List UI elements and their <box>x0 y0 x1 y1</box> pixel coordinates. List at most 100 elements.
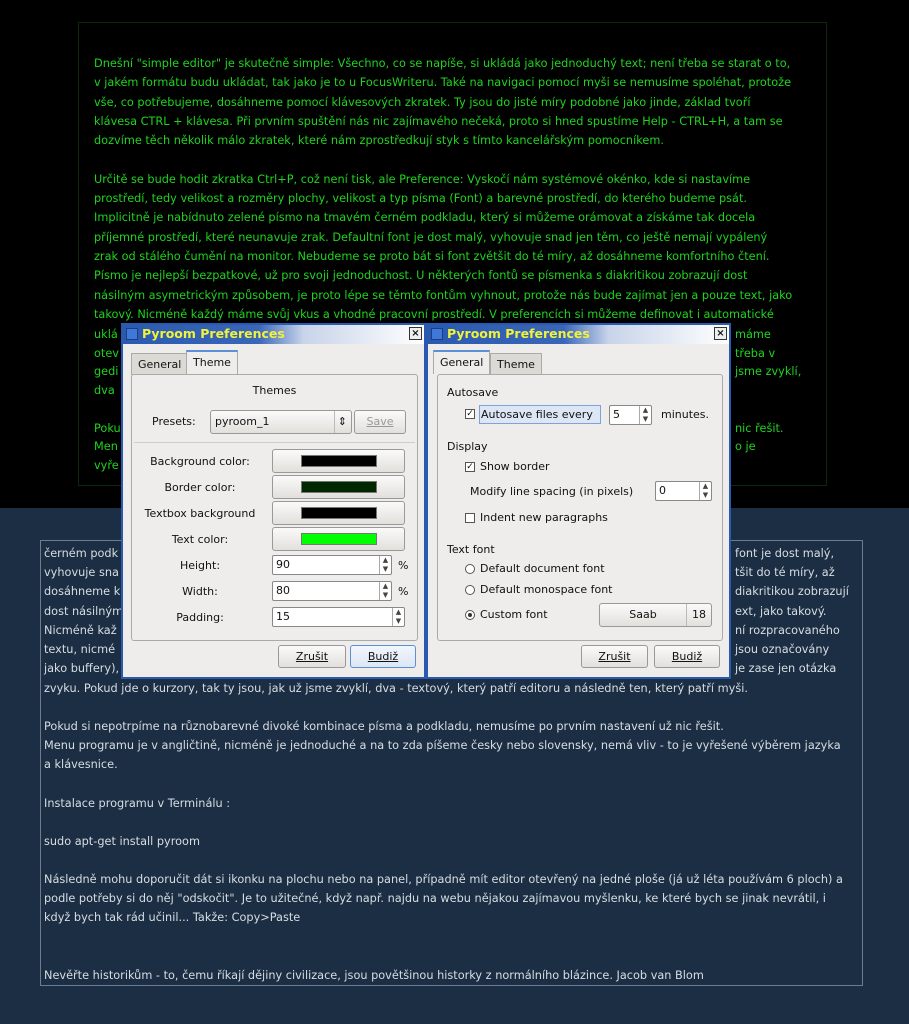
autosave-checkbox[interactable]: ✓ <box>465 409 475 419</box>
separator <box>134 442 415 443</box>
color-swatch <box>301 533 377 545</box>
color-label: Background color: <box>150 455 250 468</box>
editor-line: vše, co potřebujeme, dosáhneme pomocí kl… <box>94 95 751 109</box>
editor-line-fragment: diakritikou zobrazují <box>735 585 849 599</box>
editor-line: násilným asymetrickým způsobem, je proto… <box>94 288 793 302</box>
spinner-icon[interactable]: ▲ ▼ <box>699 482 711 500</box>
theme-panel: Themes Presets: pyroom_1 ⇕ Save Backgroun… <box>131 374 418 641</box>
spinner-icon[interactable]: ▲ ▼ <box>379 556 391 574</box>
autosave-interval-input[interactable]: 5 ▲ ▼ <box>609 405 652 425</box>
dialog-title: Pyroom Preferences <box>142 326 285 341</box>
autosave-label[interactable]: Autosave files every <box>479 405 601 424</box>
tab-general[interactable]: General <box>433 350 491 374</box>
close-icon[interactable]: × <box>714 327 727 340</box>
show-border-label[interactable]: Show border <box>480 460 550 473</box>
editor-line: Písmo je nejlepší bezpatkové, už pro svo… <box>94 269 748 283</box>
editor-line: zvyku. Pokud jde o kurzory, tak ty jsou,… <box>44 682 748 695</box>
editor-line-fragment: font je dost malý, <box>735 547 835 560</box>
color-picker-button[interactable] <box>272 501 405 525</box>
radio-default-monospace-font[interactable] <box>465 585 475 595</box>
editor-line-fragment: Poku <box>94 421 121 435</box>
spinner-icon[interactable]: ▲ ▼ <box>639 406 651 424</box>
width-input[interactable]: 80 ▲ ▼ <box>272 581 392 601</box>
show-border-checkbox[interactable]: ✓ <box>465 462 475 472</box>
color-label: Textbox background <box>144 507 256 520</box>
presets-combo[interactable]: pyroom_1 ⇕ <box>210 410 352 434</box>
percent-label: % <box>398 559 409 572</box>
editor-line-fragment: tšit do té míry, až <box>735 566 835 580</box>
custom-font-label[interactable]: Custom font <box>480 608 548 621</box>
autosave-heading: Autosave <box>447 386 499 399</box>
editor-line-fragment: vyhovuje sna <box>44 566 119 580</box>
editor-line-fragment: jako buffery), <box>44 662 120 676</box>
ok-button[interactable]: Budiž <box>654 645 720 668</box>
editor-line-fragment: jsme zvyklí, <box>735 365 802 379</box>
color-swatch <box>301 507 377 519</box>
editor-line: podle potřeby si do něj "odskočit". Je t… <box>44 892 826 906</box>
color-picker-button[interactable] <box>272 527 405 551</box>
editor-line-fragment: dost násilným <box>44 604 124 618</box>
indent-checkbox[interactable] <box>465 513 475 523</box>
tab-general[interactable]: General <box>131 353 189 375</box>
minutes-label: minutes. <box>661 408 710 421</box>
editor-line-fragment: ní rozpracovaného <box>735 623 840 637</box>
editor-line-fragment: gedi <box>94 365 119 379</box>
editor-line: klávesa CTRL + klávesa. Při prvním spušt… <box>94 114 783 128</box>
themes-heading: Themes <box>252 384 297 397</box>
padding-input[interactable]: 15 ▲ ▼ <box>272 607 405 627</box>
editor-line-fragment: ext, jako takový. <box>735 604 827 618</box>
text-font-heading: Text font <box>447 543 495 556</box>
indent-label[interactable]: Indent new paragraphs <box>480 511 608 524</box>
height-label: Height: <box>179 559 221 572</box>
padding-label: Padding: <box>176 611 224 624</box>
editor-line: zrak od stálého čumění na monitor. Nebud… <box>94 250 770 263</box>
editor-line-fragment: Nicméně kaž <box>44 623 117 637</box>
spinner-icon[interactable]: ▲ ▼ <box>392 608 404 626</box>
height-input[interactable]: 90 ▲ ▼ <box>272 555 392 575</box>
line-spacing-label: Modify line spacing (in pixels) <box>470 485 634 498</box>
tab-theme[interactable]: Theme <box>490 353 542 375</box>
general-panel: Autosave ✓ Autosave files every 5 ▲ ▼ minu… <box>437 374 723 641</box>
radio-custom-font[interactable] <box>465 610 475 620</box>
window-menu-icon[interactable] <box>431 328 443 340</box>
cancel-button[interactable]: Zrušit <box>581 645 648 668</box>
font-picker-button[interactable]: Saab 18 <box>599 603 712 627</box>
editor-line: Instalace programu v Terminálu : <box>44 796 231 810</box>
editor-line-fragment: Men <box>94 440 118 454</box>
title-bar[interactable]: Pyroom Preferences × <box>428 325 729 344</box>
color-label: Text color: <box>171 533 229 546</box>
editor-line: sudo apt-get install pyroom <box>44 834 200 848</box>
editor-line: Implicitně je nabídnuto zelené písmo na … <box>94 211 756 225</box>
editor-line-fragment: dva <box>94 384 115 398</box>
editor-line: Určitě se bude hodit zkratka Ctrl+P, což… <box>94 172 751 186</box>
preferences-dialog-theme: Pyroom Preferences × General Theme Themes… <box>121 323 426 679</box>
editor-line: a klávesnice. <box>44 758 118 772</box>
cancel-button[interactable]: Zrušit <box>278 645 346 668</box>
editor-line: Následně mohu doporučit dát si ikonku na… <box>44 873 843 886</box>
save-button[interactable]: Save <box>354 410 406 434</box>
tab-theme[interactable]: Theme <box>186 350 238 374</box>
color-picker-button[interactable] <box>272 475 405 499</box>
spinner-icon[interactable]: ▲ ▼ <box>379 582 391 600</box>
title-bar[interactable]: Pyroom Preferences × <box>123 325 424 344</box>
editor-line-fragment: máme <box>735 328 771 341</box>
radio-default-document-font[interactable] <box>465 564 475 574</box>
font-size: 18 <box>686 604 711 626</box>
color-picker-button[interactable] <box>272 449 405 473</box>
editor-line: prostředí, tedy velikost a rozměry ploch… <box>94 192 747 206</box>
editor-line-fragment: černém podk <box>44 547 119 560</box>
editor-line: Menu programu je v angličtině, nicméně j… <box>44 739 841 753</box>
editor-line: příjemné prostředí, které neunavuje zrak… <box>94 230 768 244</box>
line-spacing-input[interactable]: 0 ▲ ▼ <box>655 481 712 501</box>
editor-line: dozvíme těch několik málo zkratek, které… <box>94 134 664 148</box>
default-document-font-label[interactable]: Default document font <box>480 562 605 575</box>
default-monospace-font-label[interactable]: Default monospace font <box>480 583 613 596</box>
editor-line: takový. Nicméně každý máme svůj vkus a v… <box>94 307 774 321</box>
close-icon[interactable]: × <box>409 327 422 340</box>
editor-line-fragment: nic řešit. <box>735 421 784 435</box>
window-menu-icon[interactable] <box>126 328 138 340</box>
ok-button[interactable]: Budiž <box>350 645 416 668</box>
editor-line: když bych tak rád učinil... Takže: Copy>… <box>44 911 301 925</box>
color-swatch <box>301 481 377 493</box>
editor-line-fragment: o je <box>735 440 756 454</box>
